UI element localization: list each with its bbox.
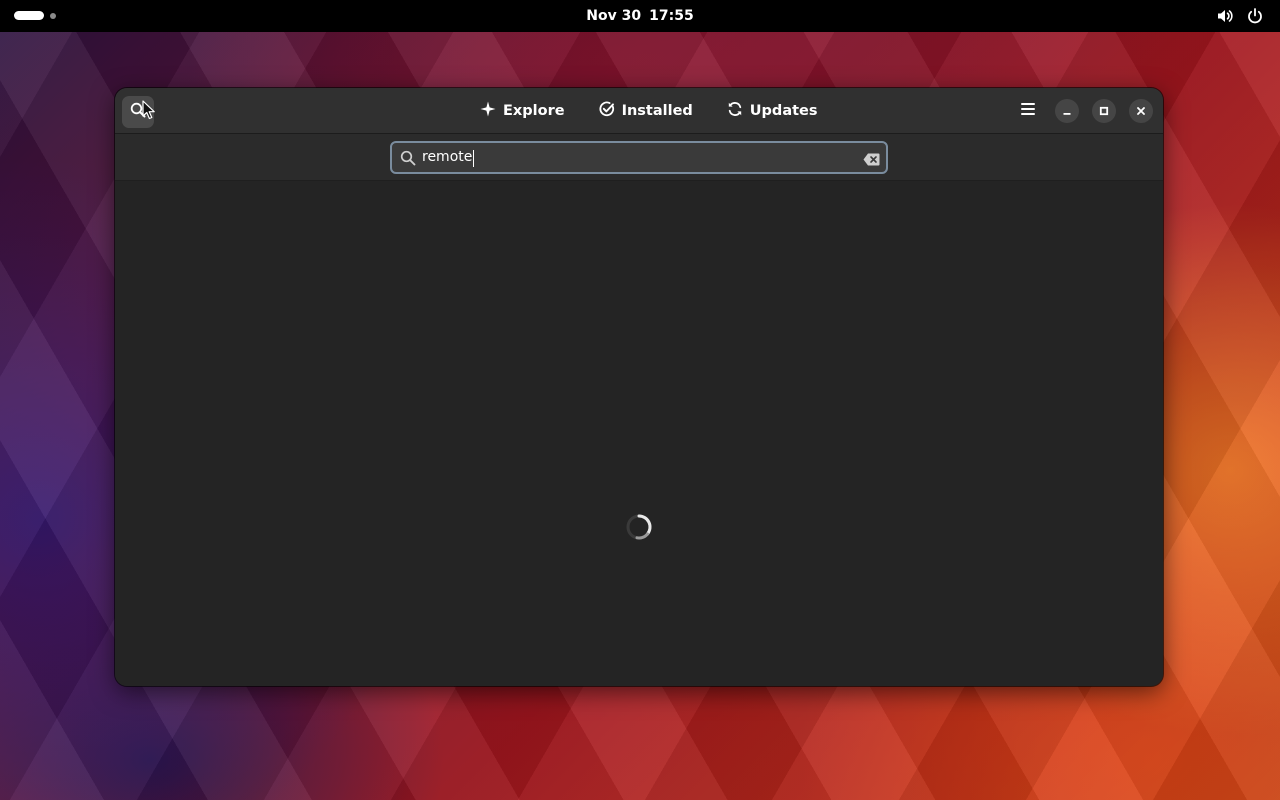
search-input[interactable] [422,146,852,168]
search-entry-icon [400,150,416,170]
maximize-icon [1099,101,1109,120]
tab-updates-label: Updates [749,102,818,119]
workspace-indicator-active [14,11,44,20]
activities-button[interactable] [14,11,56,20]
minimize-button[interactable] [1055,98,1079,123]
loading-spinner-icon [624,512,654,546]
close-icon [1136,101,1146,120]
installed-icon [599,101,622,121]
clear-search-icon[interactable] [863,151,880,170]
main-menu-button[interactable] [1013,96,1043,126]
top-bar: Nov 30 17:55 [0,0,1280,32]
minimize-icon [1062,101,1072,120]
tab-explore-label: Explore [503,102,565,119]
tab-updates[interactable]: Updates [717,94,828,128]
power-icon [1246,7,1264,25]
header-bar: Explore Installed Updates [115,88,1163,134]
clock[interactable]: Nov 30 17:55 [540,0,740,32]
tab-installed-label: Installed [621,102,693,119]
search-results-area [115,181,1163,686]
search-bar [115,134,1163,181]
tab-explore[interactable]: Explore [470,94,575,128]
volume-icon [1216,7,1234,25]
view-switcher: Explore Installed Updates [470,88,842,133]
workspace-indicator [50,12,56,19]
system-tray[interactable] [1216,7,1264,25]
software-window: Explore Installed Updates remote [115,88,1163,686]
text-caret [473,150,474,167]
clock-time: 17:55 [649,8,694,24]
header-controls [1013,88,1153,133]
updates-icon [727,101,750,121]
tab-installed[interactable]: Installed [589,94,703,128]
search-entry[interactable] [390,141,888,174]
maximize-button[interactable] [1092,98,1116,123]
clock-date: Nov 30 [586,8,642,24]
close-button[interactable] [1129,98,1153,123]
hamburger-menu-icon [1020,101,1036,120]
mouse-pointer-icon [142,100,155,124]
explore-icon [480,101,503,121]
